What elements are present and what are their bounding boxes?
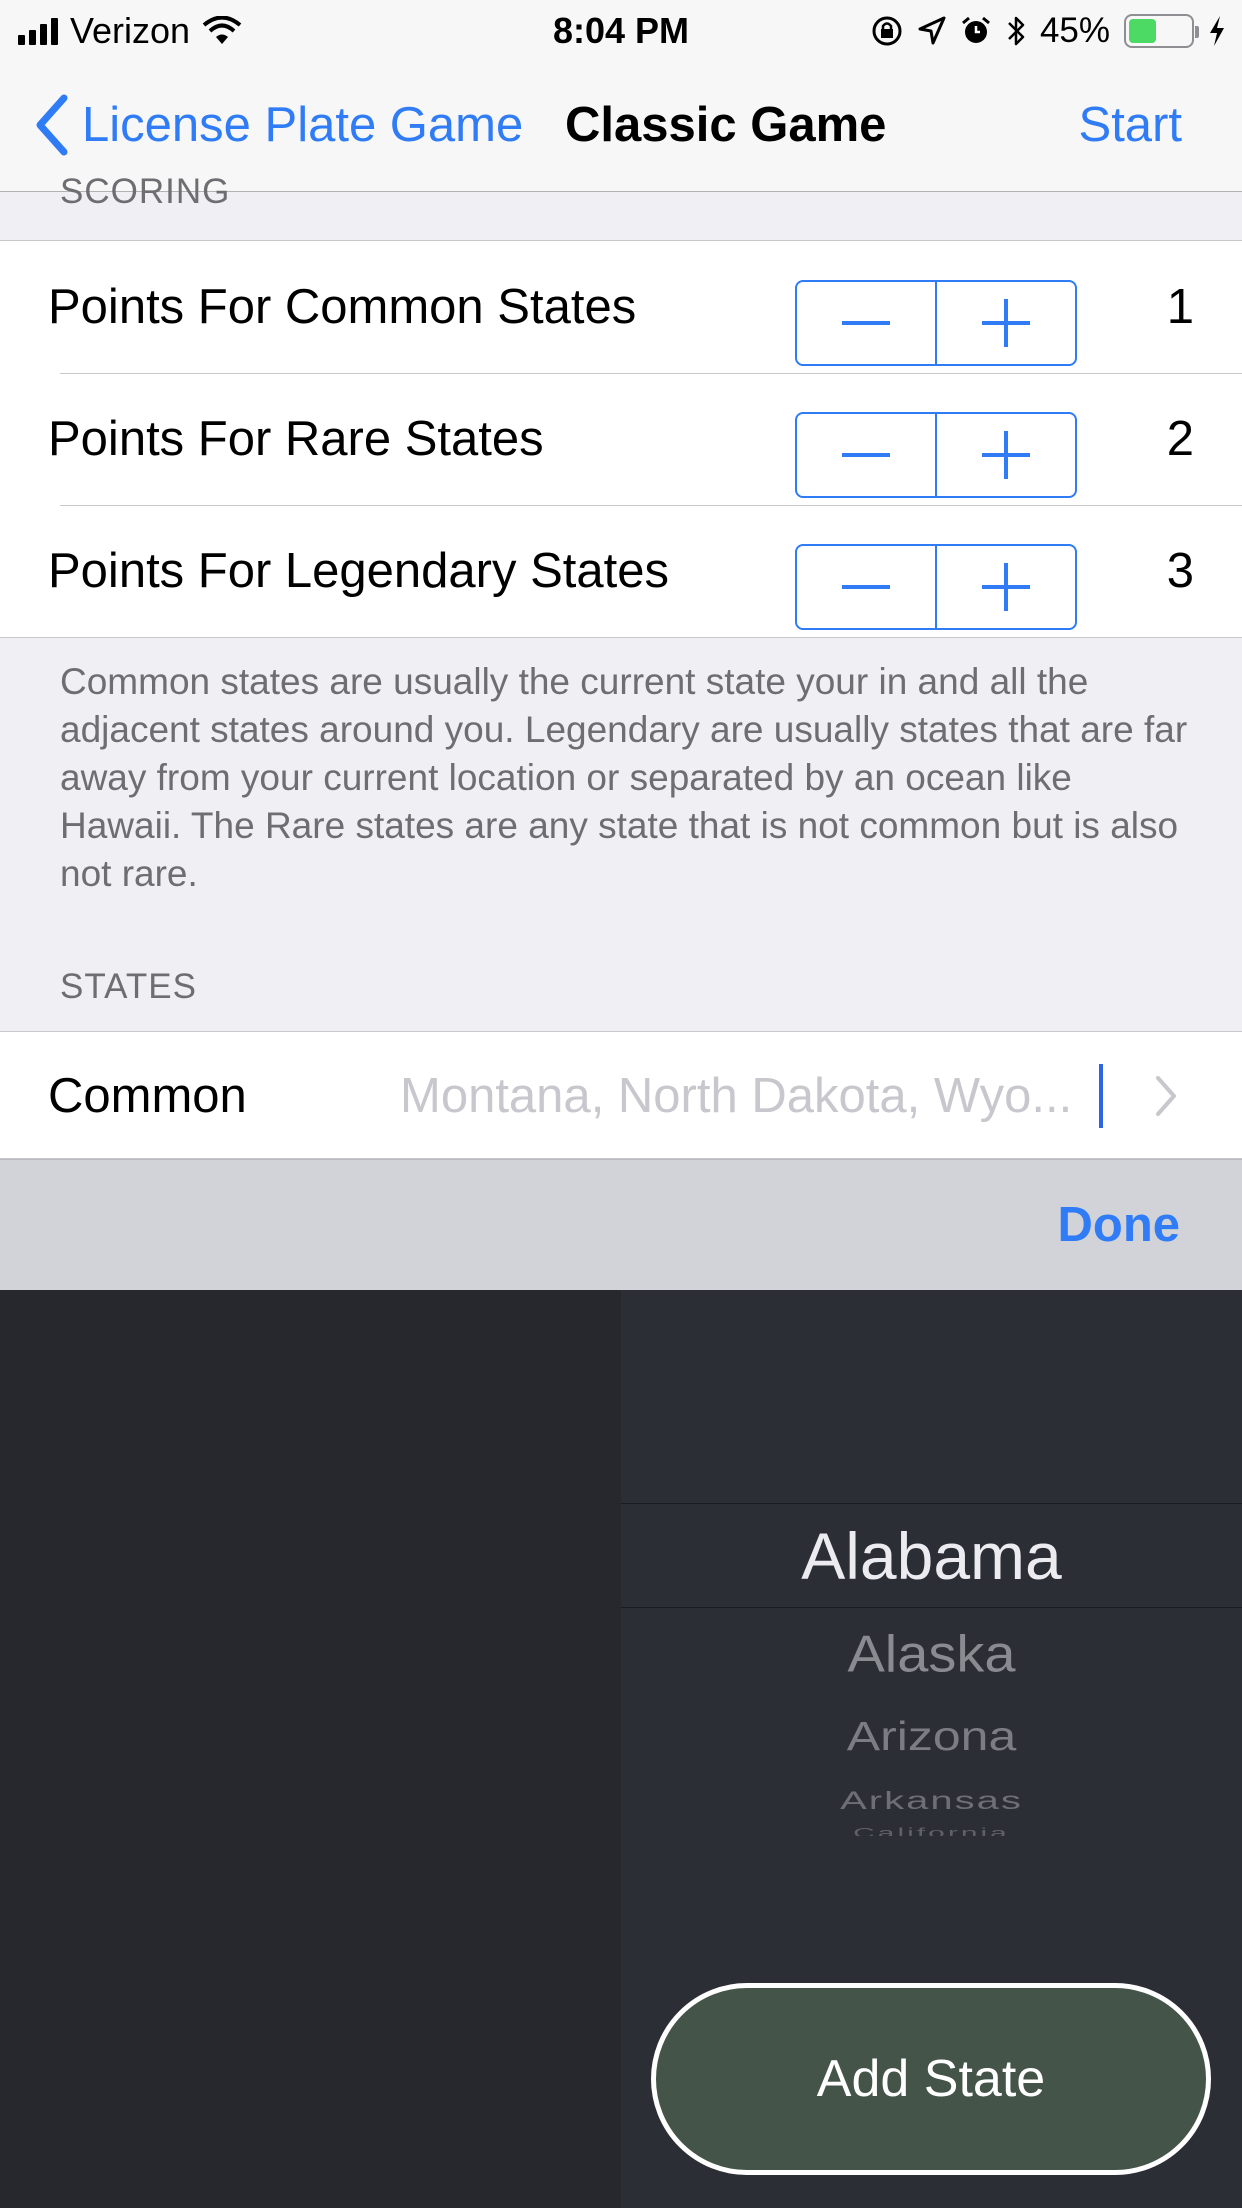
battery-level-fill (1129, 19, 1156, 43)
points-value: 3 (1166, 544, 1194, 598)
rare-points-stepper (795, 412, 1077, 498)
start-button[interactable]: Start (1079, 92, 1182, 158)
minus-icon (842, 563, 890, 611)
charging-icon (1210, 16, 1224, 46)
picker-item-selected[interactable]: Alabama (621, 1518, 1242, 1594)
common-points-stepper (795, 280, 1077, 366)
scoring-row-common: Points For Common States 1 (0, 241, 1242, 373)
picker-item[interactable]: California (621, 1826, 1242, 1836)
picker-selection-line-bottom (621, 1607, 1242, 1608)
plus-icon (982, 299, 1030, 347)
row-label: Points For Common States (48, 280, 637, 334)
decrement-button[interactable] (797, 282, 935, 364)
increment-button[interactable] (935, 546, 1075, 628)
scoring-section-header: SCORING (60, 172, 231, 211)
status-right: 45% (870, 8, 1226, 54)
scoring-group: Points For Common States 1 Points For Ra… (0, 240, 1242, 638)
decrement-button[interactable] (797, 414, 935, 496)
legendary-points-stepper (795, 544, 1077, 630)
picker-left-panel (0, 1290, 621, 2208)
picker-item[interactable]: Arizona (621, 1713, 1242, 1759)
row-label: Points For Rare States (48, 412, 544, 466)
minus-icon (842, 431, 890, 479)
picker-item[interactable]: Alaska (621, 1625, 1242, 1684)
bluetooth-icon (1008, 16, 1025, 46)
plus-icon (982, 563, 1030, 611)
decrement-button[interactable] (797, 546, 935, 628)
common-states-field[interactable]: Montana, North Dakota, Wyo... (400, 1032, 1102, 1160)
scoring-row-legendary: Points For Legendary States 3 (0, 505, 1242, 637)
back-button[interactable]: License Plate Game (34, 92, 523, 158)
scoring-row-rare: Points For Rare States 2 (0, 373, 1242, 505)
state-row-label: Common (48, 1069, 247, 1123)
picker-item[interactable]: Arkansas (621, 1787, 1242, 1816)
battery-percent: 45% (1039, 11, 1110, 50)
back-button-label: License Plate Game (82, 98, 524, 152)
add-state-button[interactable]: Add State (651, 1983, 1211, 2175)
scoring-footer-text: Common states are usually the current st… (60, 661, 1188, 894)
battery-icon (1124, 14, 1199, 48)
picker-selection-line-top (621, 1503, 1242, 1504)
location-icon (918, 16, 946, 45)
text-caret (1099, 1064, 1103, 1128)
orientation-lock-icon (872, 16, 902, 46)
input-accessory-toolbar: Done (0, 1159, 1242, 1290)
points-value: 2 (1166, 412, 1194, 466)
plus-icon (982, 431, 1030, 479)
status-bar: Verizon 8:04 PM 45% (0, 0, 1242, 62)
increment-button[interactable] (935, 282, 1075, 364)
minus-icon (842, 299, 890, 347)
increment-button[interactable] (935, 414, 1075, 496)
chevron-left-icon (36, 94, 68, 156)
done-button[interactable]: Done (1058, 1192, 1181, 1258)
row-label: Points For Legendary States (48, 544, 670, 598)
points-value: 1 (1166, 280, 1194, 334)
states-section-header: STATES (60, 967, 197, 1006)
common-states-row[interactable]: Common Montana, North Dakota, Wyo... (0, 1031, 1242, 1159)
page-title: Classic Game (565, 98, 887, 152)
alarm-icon (961, 16, 990, 43)
chevron-right-icon (1156, 1076, 1176, 1116)
